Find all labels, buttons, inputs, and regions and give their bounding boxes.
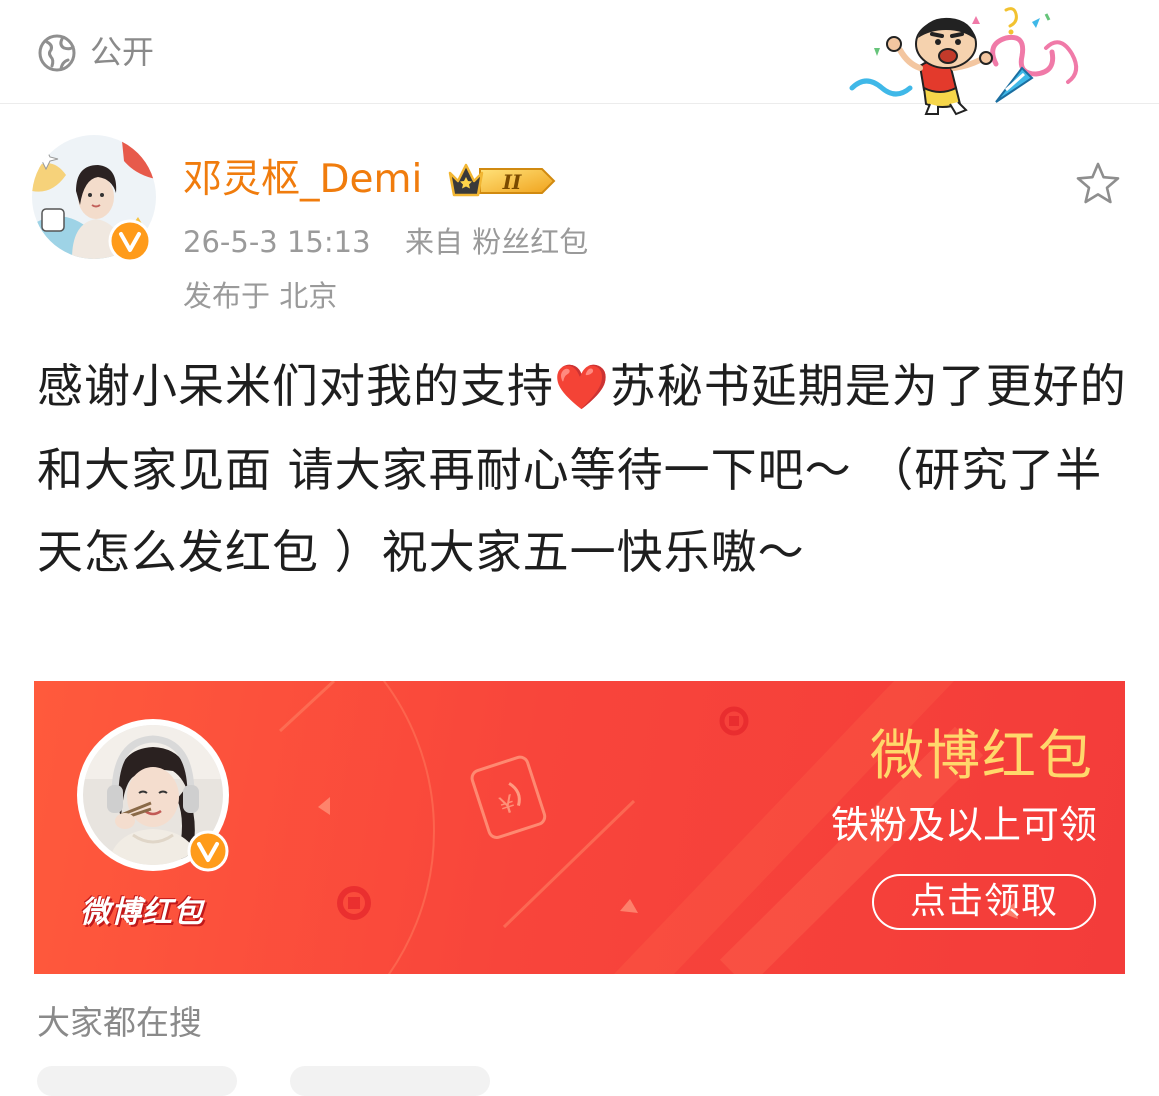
post-text-part-1: 感谢小呆米们对我的支持	[37, 359, 554, 413]
red-packet-title: 微博红包	[870, 724, 1094, 787]
trending-search-chip[interactable]	[290, 1066, 490, 1096]
visibility-bar: 公开	[0, 0, 1159, 116]
fan-crown-badge-icon: II	[448, 163, 556, 197]
post-timestamp: 26-5-3 15:13	[183, 225, 371, 259]
cartoon-sticker-decoration	[849, 7, 1079, 116]
post-body-text: 感谢小呆米们对我的支持❤️苏秘书延期是为了更好的和大家见面 请大家再耐心等待一下…	[37, 345, 1127, 593]
red-heart-emoji: ❤️	[554, 362, 610, 413]
post-location: 发布于 北京	[183, 279, 338, 313]
weibo-red-packet-card[interactable]: ¥ 微博红包 微博红包 铁粉及以上可领 点击领取	[34, 681, 1125, 974]
red-packet-verified-badge-icon	[187, 830, 229, 872]
trending-search-chip[interactable]	[37, 1066, 237, 1096]
svg-text:II: II	[502, 170, 522, 194]
favorite-star-icon[interactable]	[1074, 160, 1122, 208]
verified-badge-icon	[108, 219, 152, 263]
author-name[interactable]: 邓灵枢_Demi	[183, 154, 422, 206]
trending-search-header: 大家都在搜	[37, 1003, 202, 1042]
claim-red-packet-button[interactable]: 点击领取	[872, 874, 1096, 930]
svg-text:¥: ¥	[496, 789, 519, 820]
red-packet-eligibility: 铁粉及以上可领	[830, 803, 1097, 847]
red-packet-logo-text: 微博红包	[80, 895, 204, 930]
visibility-label: 公开	[90, 33, 155, 71]
post-source[interactable]: 来自 粉丝红包	[405, 222, 588, 262]
globe-icon	[38, 34, 76, 72]
